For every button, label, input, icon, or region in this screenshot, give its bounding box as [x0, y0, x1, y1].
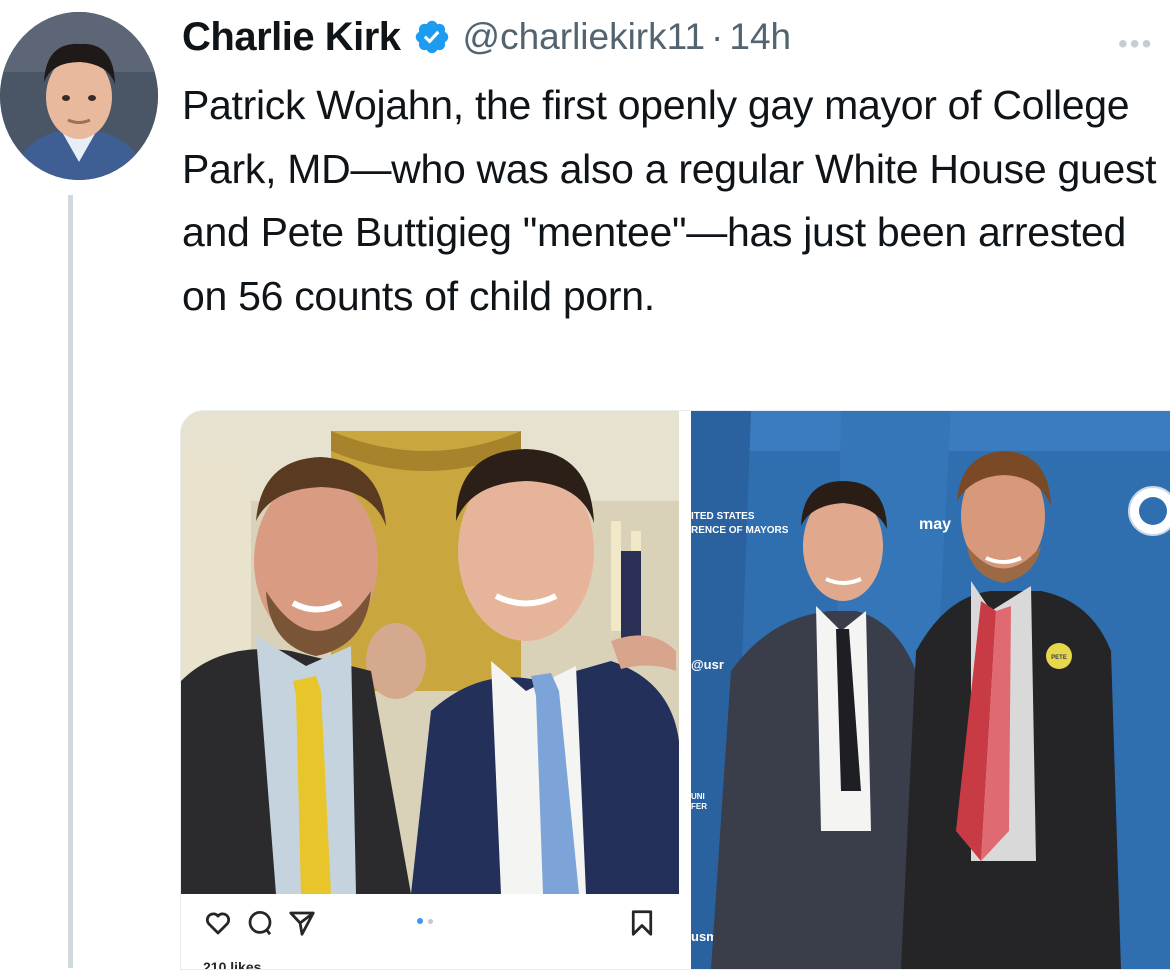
instagram-post-screenshot: 210 likes	[181, 411, 679, 969]
avatar-image	[0, 12, 158, 180]
photo-conference-of-mayors: ITED STATES RENCE OF MAYORS may @usr UNI…	[691, 411, 1170, 969]
thread-connector-line	[68, 195, 73, 968]
bookmark-icon[interactable]	[627, 908, 657, 938]
author-avatar[interactable]	[0, 12, 158, 180]
sign-text-us: @usr	[691, 657, 724, 672]
sign-text-uni: UNI	[691, 792, 705, 801]
header-separator: ·	[711, 16, 724, 57]
pete-button-text: PETE	[1051, 655, 1067, 661]
sign-text-line2: RENCE OF MAYORS	[691, 525, 789, 536]
carousel-dot	[428, 919, 433, 924]
author-handle[interactable]: @charliekirk11	[463, 16, 706, 58]
tweet-media[interactable]: 210 likes ITED STATES RENCE OF MAYORS ma…	[180, 410, 1170, 970]
sign-text-line1: ITED STATES	[691, 511, 755, 522]
share-icon[interactable]	[287, 908, 317, 938]
comment-icon[interactable]	[245, 908, 275, 938]
more-dots-icon[interactable]: •••	[1118, 28, 1153, 60]
sign-text-fer: FER	[691, 802, 707, 811]
sign-text-may: may	[919, 516, 951, 533]
verified-badge-icon	[413, 18, 451, 56]
photo-two-men-ties	[181, 411, 679, 894]
carousel-dot-active	[417, 918, 423, 924]
tweet-header: Charlie Kirk @charliekirk11 · 14h	[182, 12, 791, 62]
instagram-action-bar	[181, 894, 679, 954]
carousel-dots	[417, 918, 433, 924]
tweet-text: Patrick Wojahn, the first openly gay may…	[182, 82, 1157, 319]
tweet-timestamp[interactable]: 14h	[729, 16, 791, 58]
author-name[interactable]: Charlie Kirk	[182, 15, 401, 60]
heart-icon[interactable]	[203, 908, 233, 938]
likes-count: 210 likes	[203, 959, 262, 970]
